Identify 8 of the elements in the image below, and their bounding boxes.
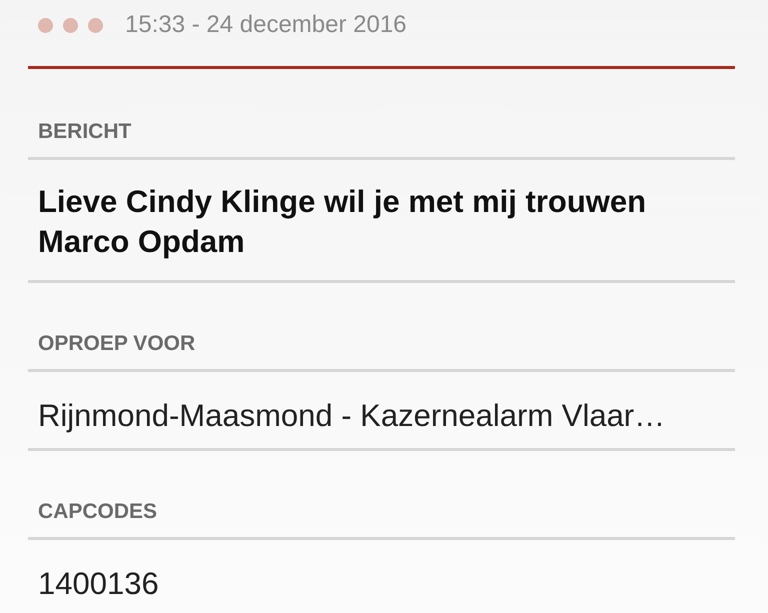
section-value: Lieve Cindy Klinge wil je met mij trouwen Marco Opdam [37,183,648,261]
section-value: 1400136 [37,565,160,603]
section-label: CAPCODES [37,499,158,525]
timestamp: 15:33 - 24 december 2016 [125,11,407,39]
section-label: BERICHT [37,119,132,145]
section-value: Rijnmond-Maasmond - Kazernealarm Vlaar… [37,397,666,435]
section-label: OPROEP VOOR [37,331,196,357]
window-dots-icon [38,18,103,32]
